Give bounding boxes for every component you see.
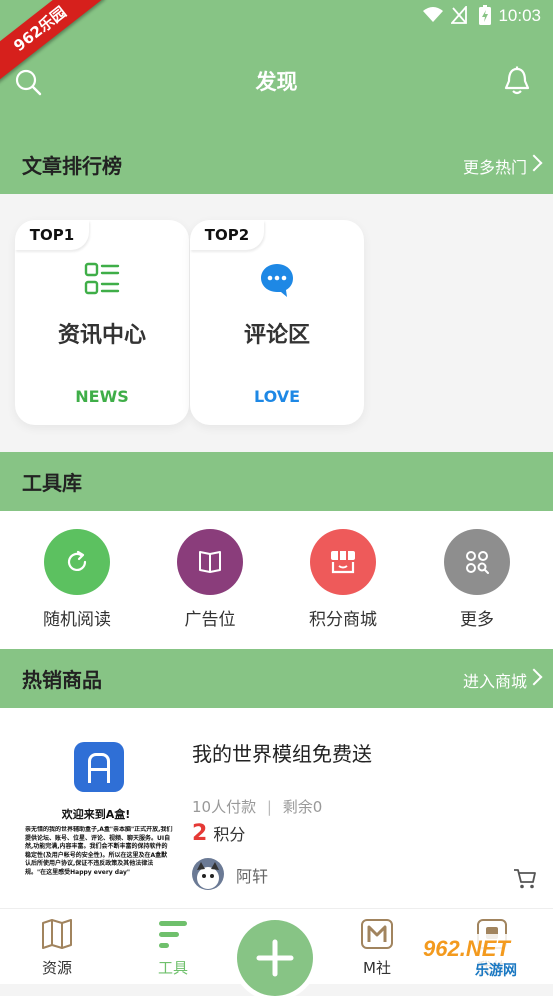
rank-card-sub: NEWS: [75, 387, 129, 406]
nav-label: 工具: [157, 959, 188, 977]
page-title: 发现: [255, 70, 298, 94]
wifi-icon: [423, 7, 443, 22]
tool-random-read[interactable]: 随机阅读: [22, 529, 132, 630]
nav-label: 资源: [41, 959, 72, 977]
product-thumbnail: 欢迎来到A盒! 亲无惜的我的世界辅助盒子,A盒"亲本脑"正式开放,我们提供论坛、…: [15, 736, 177, 898]
thumb-heading: 欢迎来到A盒!: [61, 808, 131, 821]
add-button[interactable]: [237, 920, 313, 996]
watermark-sub: 乐游网: [475, 963, 517, 979]
watermark-brand: 962.NET: [423, 936, 510, 961]
tool-ad-space[interactable]: 广告位: [155, 529, 265, 630]
chevron-right-icon: [525, 668, 543, 686]
chevron-right-icon: [525, 154, 543, 172]
news-list-icon: [84, 262, 120, 295]
ranking-header: 文章排行榜 更多热门: [0, 135, 553, 195]
products-title: 热销商品: [22, 668, 102, 692]
nav-tools[interactable]: 工具: [133, 917, 213, 978]
battery-charging-icon: [479, 5, 491, 25]
nav-resources[interactable]: 资源: [17, 917, 97, 978]
more-hot-link[interactable]: 更多热门: [463, 154, 527, 178]
seller-avatar: [192, 858, 224, 890]
ranking-panel: TOP1 资讯中心 NEWS TOP2 评论区 LOVE: [0, 194, 553, 452]
tools-title: 工具库: [22, 471, 82, 495]
products-header: 热销商品 进入商城: [0, 649, 553, 709]
m-community-icon: [361, 919, 393, 949]
rank-card-sub: LOVE: [253, 387, 301, 406]
tool-icon-circle: [44, 529, 110, 595]
tool-icon-circle: [444, 529, 510, 595]
no-signal-icon: [451, 6, 467, 24]
bell-icon[interactable]: [503, 66, 531, 96]
a-box-logo: [74, 742, 124, 792]
tool-label: 随机阅读: [43, 610, 111, 630]
product-card[interactable]: 欢迎来到A盒! 亲无惜的我的世界辅助盒子,A盒"亲本脑"正式开放,我们提供论坛、…: [0, 708, 553, 908]
rank-tag: TOP1: [15, 220, 89, 250]
status-time: 10:03: [498, 6, 541, 25]
nav-label: M社: [363, 959, 391, 977]
price-value: 2: [192, 821, 208, 846]
tool-label: 广告位: [184, 610, 236, 630]
product-title: 我的世界模组免费送: [192, 742, 372, 766]
grid-search-icon: [466, 551, 489, 574]
tools-icon: [159, 921, 187, 948]
product-stats: 10人付款 | 剩余0: [192, 798, 323, 816]
refresh-icon: [67, 550, 87, 571]
tool-more[interactable]: 更多: [422, 529, 532, 630]
thumb-text: 亲无惜的我的世界辅助盒子,A盒"亲本脑"正式开放,我们提供论坛、账号、位星、评论…: [25, 826, 173, 876]
remaining-count: 剩余0: [282, 798, 323, 816]
tool-label: 更多: [460, 610, 494, 630]
plus-icon: [256, 939, 294, 977]
seller-name: 阿轩: [236, 867, 269, 886]
tool-label: 积分商城: [309, 610, 377, 630]
ranking-title: 文章排行榜: [22, 154, 122, 178]
product-price: 2 积分: [192, 821, 245, 846]
book-icon: [199, 551, 221, 573]
paid-count: 10人付款: [192, 798, 257, 816]
site-watermark: 962.NET 乐游网: [413, 930, 553, 983]
tool-icon-circle: [177, 529, 243, 595]
tool-points-mall[interactable]: 积分商城: [288, 529, 398, 630]
price-unit: 积分: [213, 825, 246, 844]
chat-bubble-icon: [261, 264, 293, 297]
cart-icon[interactable]: [513, 868, 537, 890]
tool-icon-circle: [310, 529, 376, 595]
tools-panel: 随机阅读 广告位 积分商城 更多: [0, 511, 553, 649]
rank-card-name: 评论区: [243, 323, 310, 348]
nav-m-community[interactable]: M社: [337, 917, 417, 978]
rank-card-name: 资讯中心: [57, 323, 146, 348]
rank-card-news[interactable]: TOP1 资讯中心 NEWS: [15, 220, 189, 425]
tools-header: 工具库: [0, 452, 553, 512]
rank-tag: TOP2: [190, 220, 264, 250]
map-icon: [42, 919, 72, 949]
enter-mall-link[interactable]: 进入商城: [463, 668, 527, 692]
store-icon: [331, 551, 355, 574]
rank-card-comments[interactable]: TOP2 评论区 LOVE: [190, 220, 364, 425]
